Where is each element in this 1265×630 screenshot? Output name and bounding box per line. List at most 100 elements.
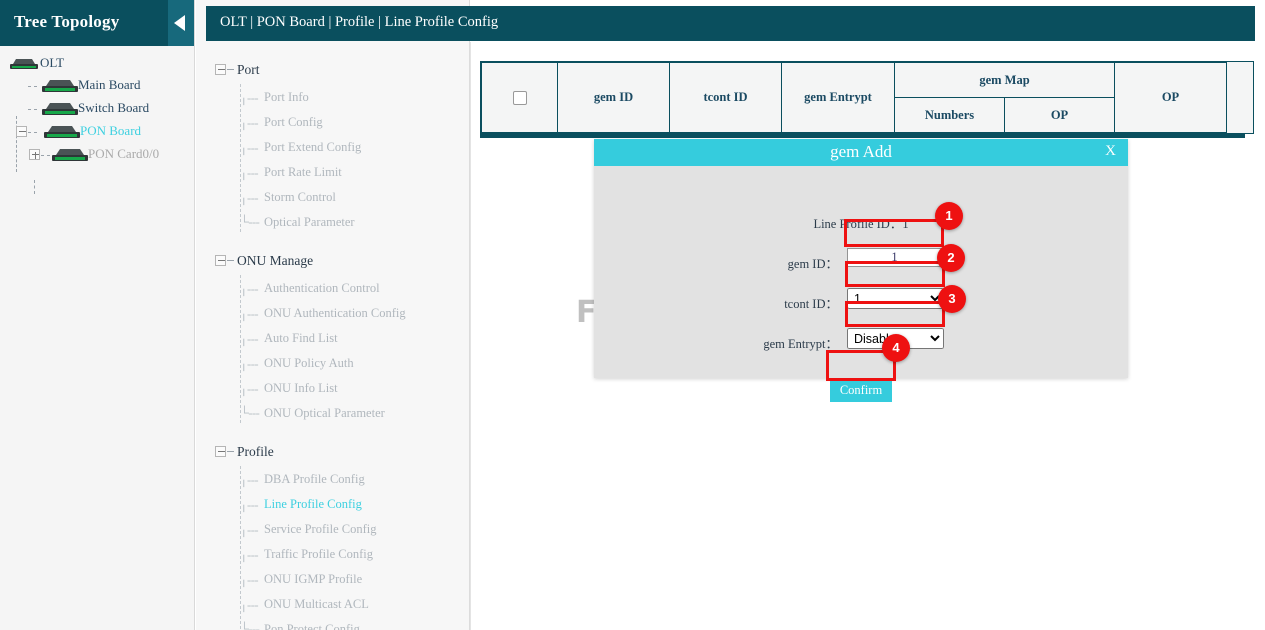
menu-branch: └--- bbox=[240, 622, 259, 630]
menu-collapse-toggle-minus[interactable] bbox=[215, 446, 226, 457]
tree-collapse-toggle-minus[interactable] bbox=[16, 126, 27, 137]
menu-group-header-profile[interactable]: Profile bbox=[196, 437, 469, 468]
menu-item-line-profile-config[interactable]: ╷--- Line Profile Config bbox=[196, 493, 469, 518]
table-bottom-rule bbox=[480, 134, 1245, 138]
tree-expand-toggle-plus[interactable] bbox=[29, 149, 40, 160]
menu-item-label: ONU Multicast ACL bbox=[264, 597, 369, 612]
menu-group-label: ONU Manage bbox=[237, 253, 313, 269]
menu-branch: ╷--- bbox=[240, 356, 258, 372]
menu-branch bbox=[227, 451, 234, 452]
tcont-id-label: tcont ID： bbox=[678, 293, 838, 312]
table-header-select-all bbox=[482, 63, 558, 133]
menu-branch: ╷--- bbox=[240, 115, 258, 131]
tcont-id-select[interactable]: 1 bbox=[847, 288, 944, 309]
menu-branch: ╷--- bbox=[240, 472, 258, 488]
annotation-badge-4: 4 bbox=[882, 334, 910, 362]
tree-node-pon-board[interactable]: PON Board bbox=[0, 121, 194, 144]
menu-item-label: Authentication Control bbox=[264, 281, 380, 296]
menu-item-authentication-control[interactable]: ╷--- Authentication Control bbox=[196, 277, 469, 302]
menu-item-port-extend-config[interactable]: ╷--- Port Extend Config bbox=[196, 136, 469, 161]
navigation-menu-panel: Port ╷--- Port Info ╷--- Port Config ╷--… bbox=[196, 0, 470, 630]
menu-item-label: Port Extend Config bbox=[264, 140, 361, 155]
menu-branch: ╷--- bbox=[240, 331, 258, 347]
gem-table-container: gem ID tcont ID gem Entrypt gem Map OP N… bbox=[480, 61, 1254, 134]
gem-id-input[interactable] bbox=[847, 248, 942, 267]
menu-collapse-toggle-minus[interactable] bbox=[215, 255, 226, 266]
menu-branch bbox=[227, 260, 234, 261]
gem-encrypt-label: gem Entrypt： bbox=[678, 333, 838, 352]
menu-item-port-rate-limit[interactable]: ╷--- Port Rate Limit bbox=[196, 161, 469, 186]
page-header-bar: OLT | PON Board | Profile | Line Profile… bbox=[206, 6, 1255, 41]
menu-item-onu-authentication-config[interactable]: ╷--- ONU Authentication Config bbox=[196, 302, 469, 327]
menu-branch: ╷--- bbox=[240, 190, 258, 206]
table-header-op: OP bbox=[1115, 63, 1227, 133]
menu-branch: ╷--- bbox=[240, 306, 258, 322]
menu-item-onu-igmp-profile[interactable]: ╷--- ONU IGMP Profile bbox=[196, 568, 469, 593]
dialog-title-bar: gem Add X bbox=[594, 139, 1128, 166]
tree-topology-header: Tree Topology bbox=[0, 0, 194, 46]
checkbox-icon[interactable] bbox=[513, 91, 527, 105]
menu-group-header-port[interactable]: Port bbox=[196, 55, 469, 86]
menu-item-onu-multicast-acl[interactable]: ╷--- ONU Multicast ACL bbox=[196, 593, 469, 618]
menu-item-label: Storm Control bbox=[264, 190, 336, 205]
device-icon bbox=[42, 102, 78, 115]
table-header-gem-encrypt: gem Entrypt bbox=[782, 63, 895, 133]
gem-table: gem ID tcont ID gem Entrypt gem Map OP N… bbox=[481, 62, 1227, 133]
menu-item-label: Port Rate Limit bbox=[264, 165, 342, 180]
tree-node-label: PON Board bbox=[80, 123, 141, 139]
line-profile-id-value: 1 bbox=[902, 217, 908, 231]
close-icon[interactable]: X bbox=[1105, 143, 1116, 160]
menu-group-profile: Profile ╷--- DBA Profile Config ╷--- Lin… bbox=[196, 437, 469, 630]
menu-item-service-profile-config[interactable]: ╷--- Service Profile Config bbox=[196, 518, 469, 543]
menu-item-onu-policy-auth[interactable]: ╷--- ONU Policy Auth bbox=[196, 352, 469, 377]
menu-item-dba-profile-config[interactable]: ╷--- DBA Profile Config bbox=[196, 468, 469, 493]
menu-item-auto-find-list[interactable]: ╷--- Auto Find List bbox=[196, 327, 469, 352]
collapse-sidebar-button[interactable] bbox=[168, 0, 194, 46]
tree-topology-title: Tree Topology bbox=[14, 12, 119, 32]
gem-id-label: gem ID： bbox=[678, 253, 838, 272]
menu-item-label: Auto Find List bbox=[264, 331, 338, 346]
menu-item-label: Traffic Profile Config bbox=[264, 547, 373, 562]
menu-item-label: Service Profile Config bbox=[264, 522, 376, 537]
tree-node-pon-card[interactable]: PON Card0/0 bbox=[0, 144, 194, 167]
table-header-tcont-id: tcont ID bbox=[670, 63, 782, 133]
device-icon bbox=[44, 125, 80, 138]
menu-branch: └--- bbox=[240, 215, 259, 230]
device-icon bbox=[10, 58, 38, 69]
menu-item-pon-protect-config[interactable]: └--- Pon Protect Config bbox=[196, 618, 469, 630]
menu-group-header-onu-manage[interactable]: ONU Manage bbox=[196, 246, 469, 277]
menu-item-onu-optical-parameter[interactable]: └--- ONU Optical Parameter bbox=[196, 402, 469, 427]
annotation-badge-3: 3 bbox=[938, 285, 966, 313]
menu-item-label: ONU IGMP Profile bbox=[264, 572, 362, 587]
menu-item-onu-info-list[interactable]: ╷--- ONU Info List bbox=[196, 377, 469, 402]
annotation-badge-2: 2 bbox=[937, 244, 965, 272]
menu-item-port-info[interactable]: ╷--- Port Info bbox=[196, 86, 469, 111]
menu-item-traffic-profile-config[interactable]: ╷--- Traffic Profile Config bbox=[196, 543, 469, 568]
tree-node-olt[interactable]: OLT bbox=[0, 53, 194, 75]
menu-group-onu-manage: ONU Manage ╷--- Authentication Control ╷… bbox=[196, 246, 469, 427]
line-profile-id-row: Line Profile ID：1 bbox=[594, 213, 1128, 232]
tree-spine bbox=[34, 180, 35, 194]
confirm-button[interactable]: Confirm bbox=[830, 378, 892, 402]
menu-branch: ╷--- bbox=[240, 597, 258, 613]
dialog-title: gem Add bbox=[594, 142, 1128, 162]
table-header-gem-map-numbers: Numbers bbox=[895, 98, 1005, 133]
tree-node-switch-board[interactable]: Switch Board bbox=[0, 98, 194, 121]
tree-branch bbox=[41, 155, 50, 156]
table-header-gem-id: gem ID bbox=[558, 63, 670, 133]
tree-node-main-board[interactable]: Main Board bbox=[0, 75, 194, 98]
table-header-gem-map-op: OP bbox=[1005, 98, 1115, 133]
menu-collapse-toggle-minus[interactable] bbox=[215, 64, 226, 75]
menu-item-storm-control[interactable]: ╷--- Storm Control bbox=[196, 186, 469, 211]
menu-item-label: Port Config bbox=[264, 115, 323, 130]
menu-branch: ╷--- bbox=[240, 522, 258, 538]
breadcrumb: OLT | PON Board | Profile | Line Profile… bbox=[220, 14, 498, 31]
menu-item-label: Line Profile Config bbox=[264, 497, 362, 512]
gem-add-dialog: gem Add X Line Profile ID：1 gem ID： tcon… bbox=[594, 139, 1128, 378]
menu-item-label: Optical Parameter bbox=[264, 215, 355, 230]
menu-item-port-config[interactable]: ╷--- Port Config bbox=[196, 111, 469, 136]
menu-branch: ╷--- bbox=[240, 281, 258, 297]
menu-item-optical-parameter[interactable]: └--- Optical Parameter bbox=[196, 211, 469, 236]
menu-branch: ╷--- bbox=[240, 381, 258, 397]
menu-branch bbox=[227, 69, 234, 70]
